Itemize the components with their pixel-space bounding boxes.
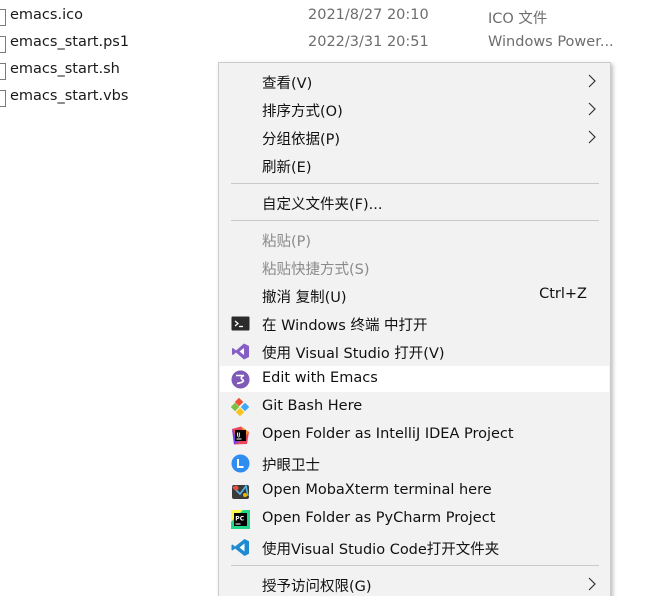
- intellij-icon: IJ: [232, 426, 249, 445]
- context-menu: 查看(V) 排序方式(O) 分组依据(P) 刷新(E) 自定义文件夹(F)...…: [218, 62, 611, 596]
- menu-item-view[interactable]: 查看(V): [220, 68, 609, 94]
- file-name: emacs_start.vbs: [10, 88, 129, 104]
- menu-item-label: 使用 Visual Studio 打开(V): [262, 346, 445, 362]
- menu-item-label: 分组依据(P): [262, 132, 341, 148]
- chevron-right-icon: [588, 130, 596, 144]
- menu-item-refresh[interactable]: 刷新(E): [220, 152, 609, 178]
- menu-separator: [231, 565, 599, 566]
- git-icon: [231, 398, 250, 417]
- menu-item-intellij[interactable]: IJ Open Folder as IntelliJ IDEA Project: [220, 422, 609, 448]
- file-type: ICO 文件: [488, 11, 548, 27]
- menu-item-git-bash[interactable]: Git Bash Here: [220, 394, 609, 420]
- menu-item-label: Edit with Emacs: [262, 370, 378, 386]
- menu-item-group[interactable]: 分组依据(P): [220, 124, 609, 150]
- pycharm-icon: PC: [231, 510, 250, 529]
- menu-item-vscode[interactable]: 使用Visual Studio Code打开文件夹: [220, 534, 609, 560]
- menu-item-label: 授予访问权限(G): [262, 579, 372, 595]
- menu-item-customize-folder[interactable]: 自定义文件夹(F)...: [220, 189, 609, 215]
- menu-item-label: 刷新(E): [262, 160, 312, 176]
- menu-item-paste-shortcut: 粘贴快捷方式(S): [220, 254, 609, 280]
- menu-separator: [231, 183, 599, 184]
- menu-item-eye-guard[interactable]: 护眼卫士: [220, 450, 609, 476]
- file-type: Windows Power...: [488, 34, 614, 50]
- file-row[interactable]: emacs_start.ps1 2022/3/31 20:51 Windows …: [0, 30, 657, 57]
- file-name: emacs_start.ps1: [10, 34, 130, 50]
- chevron-right-icon: [588, 102, 596, 116]
- mobaxterm-icon: [232, 484, 249, 499]
- visual-studio-icon: [232, 343, 249, 360]
- menu-item-shortcut: Ctrl+Z: [539, 286, 587, 302]
- menu-item-label: Open Folder as PyCharm Project: [262, 510, 496, 526]
- file-date: 2022/3/31 20:51: [308, 34, 429, 50]
- menu-item-label: 使用Visual Studio Code打开文件夹: [262, 542, 500, 558]
- file-name: emacs.ico: [10, 7, 83, 23]
- svg-text:IJ: IJ: [237, 433, 241, 439]
- menu-item-label: Git Bash Here: [262, 398, 363, 414]
- terminal-icon: [231, 316, 250, 331]
- file-name: emacs_start.sh: [10, 61, 120, 77]
- menu-item-label: 护眼卫士: [262, 458, 320, 474]
- menu-item-undo-copy[interactable]: 撤消 复制(U) Ctrl+Z: [220, 282, 609, 308]
- menu-item-open-terminal[interactable]: 在 Windows 终端 中打开: [220, 310, 609, 336]
- chevron-right-icon: [588, 74, 596, 88]
- menu-item-label: 在 Windows 终端 中打开: [262, 318, 428, 334]
- vscode-icon: [231, 539, 249, 556]
- file-date: 2021/8/27 20:10: [308, 7, 429, 23]
- menu-item-label: 撤消 复制(U): [262, 290, 347, 306]
- menu-item-open-visual-studio[interactable]: 使用 Visual Studio 打开(V): [220, 338, 609, 364]
- emacs-icon: [231, 370, 250, 389]
- menu-item-pycharm[interactable]: PC Open Folder as PyCharm Project: [220, 506, 609, 532]
- menu-item-grant-access[interactable]: 授予访问权限(G): [220, 571, 609, 596]
- menu-item-edit-with-emacs[interactable]: Edit with Emacs: [220, 366, 609, 392]
- file-icon: [0, 63, 6, 80]
- file-icon: [0, 90, 6, 107]
- file-icon: [0, 36, 6, 53]
- menu-item-label: Open MobaXterm terminal here: [262, 482, 492, 498]
- menu-item-label: 自定义文件夹(F)...: [262, 197, 383, 213]
- menu-separator: [231, 220, 599, 221]
- menu-item-label: 排序方式(O): [262, 104, 343, 120]
- menu-item-paste: 粘贴(P): [220, 226, 609, 252]
- menu-item-sort[interactable]: 排序方式(O): [220, 96, 609, 122]
- menu-item-mobaxterm[interactable]: Open MobaXterm terminal here: [220, 478, 609, 504]
- svg-text:PC: PC: [235, 516, 244, 523]
- eye-guard-icon: [231, 454, 250, 473]
- menu-item-label: 粘贴快捷方式(S): [262, 262, 370, 278]
- chevron-right-icon: [588, 577, 596, 591]
- file-icon: [0, 9, 6, 26]
- menu-item-label: Open Folder as IntelliJ IDEA Project: [262, 426, 514, 442]
- file-row[interactable]: emacs.ico 2021/8/27 20:10 ICO 文件: [0, 3, 657, 30]
- menu-item-label: 粘贴(P): [262, 234, 312, 250]
- menu-item-label: 查看(V): [262, 76, 313, 92]
